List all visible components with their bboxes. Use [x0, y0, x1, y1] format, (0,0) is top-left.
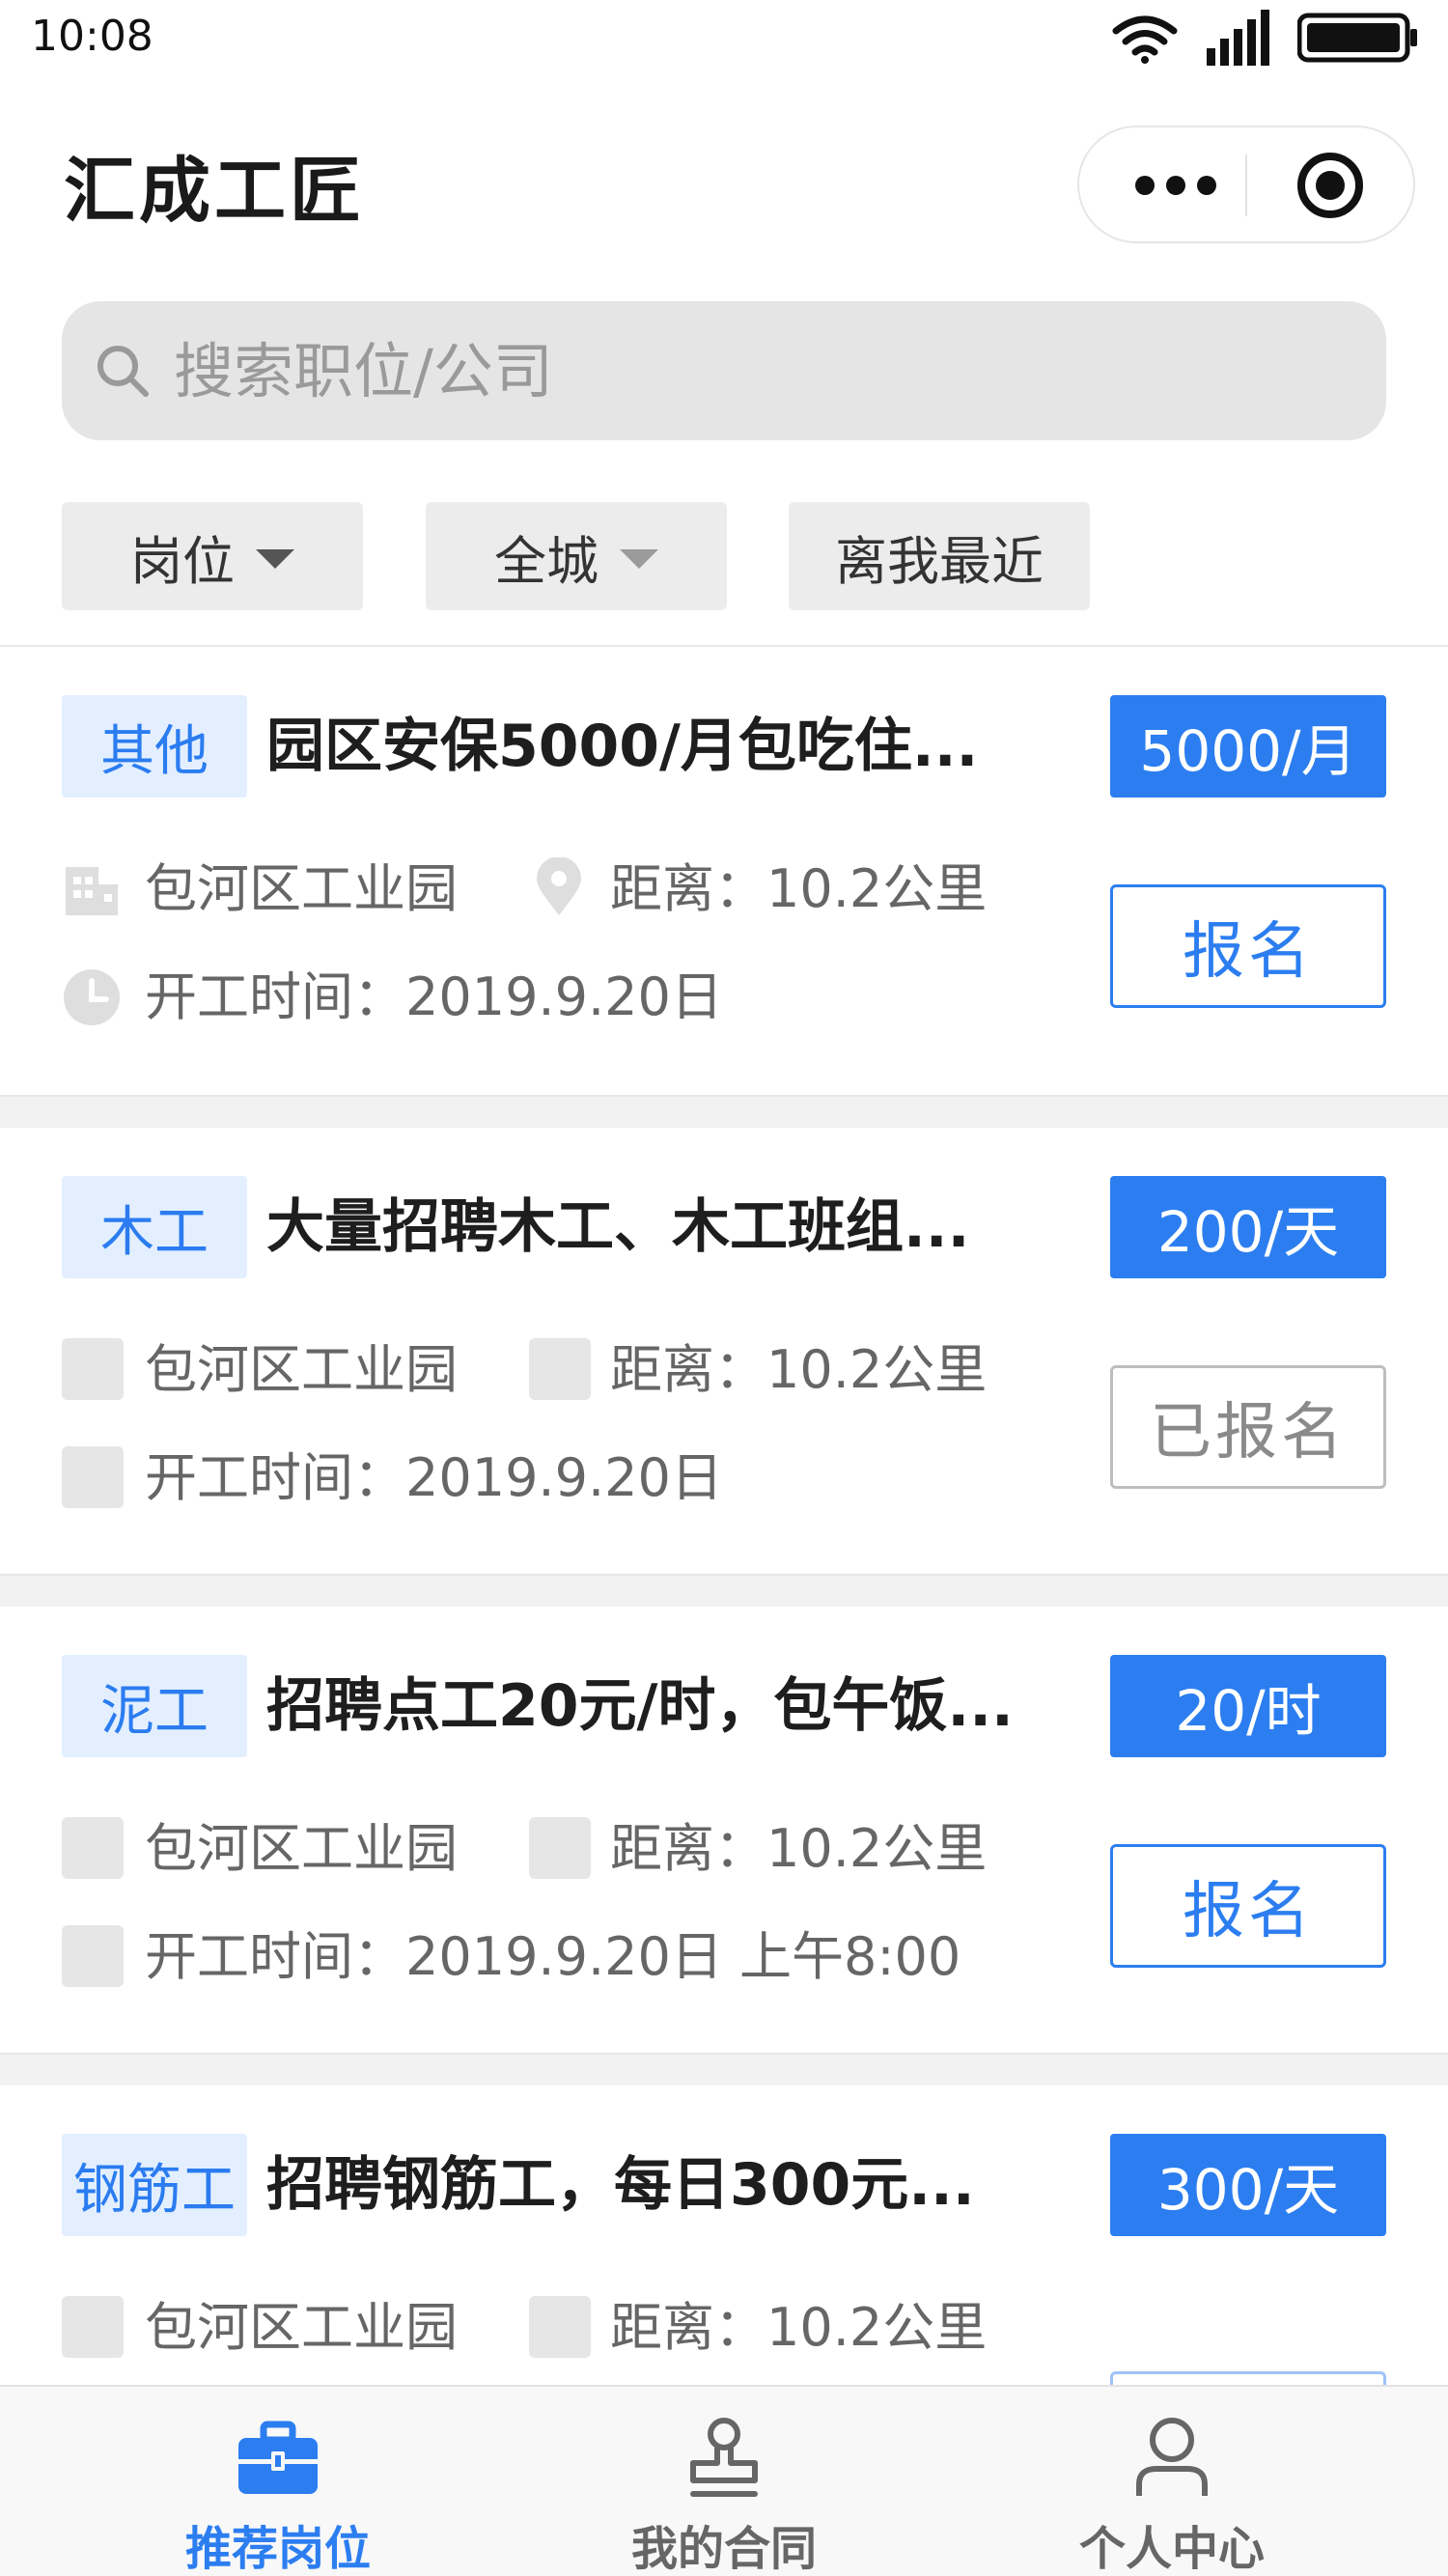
signup-button[interactable]: 报名 [1110, 884, 1386, 1008]
job-category-tag: 泥工 [62, 1655, 247, 1757]
filter-label: 离我最近 [835, 530, 1044, 592]
more-dots-icon [1135, 176, 1155, 195]
location-pin-icon [529, 1817, 591, 1879]
job-title[interactable]: 招聘钢筋工，每日300元... [266, 2142, 1039, 2228]
tab-recommended-jobs[interactable]: 推荐岗位 [133, 2387, 423, 2576]
filter-city[interactable]: 全城 [426, 502, 727, 610]
job-location: 包河区工业园 [145, 858, 458, 919]
tab-profile[interactable]: 个人中心 [1027, 2387, 1317, 2576]
filter-nearest[interactable]: 离我最近 [789, 502, 1090, 610]
wifi-icon [1112, 15, 1178, 64]
filter-label: 全城 [494, 530, 599, 592]
job-card[interactable]: 其他 园区安保5000/月包吃住... 5000/月 包河区工业园 距离：10.… [0, 647, 1448, 1095]
building-icon [62, 2296, 124, 2358]
stamp-icon [680, 2414, 768, 2503]
tab-bar: 推荐岗位 我的合同 个人中心 [0, 2385, 1448, 2576]
building-icon [66, 867, 118, 915]
job-location: 包河区工业园 [145, 2297, 458, 2358]
search-icon [91, 339, 154, 403]
salary-badge: 200/天 [1110, 1176, 1386, 1278]
search-bar[interactable] [62, 301, 1386, 440]
job-distance: 距离：10.2公里 [610, 858, 988, 919]
salary-badge: 300/天 [1110, 2134, 1386, 2236]
card-separator [0, 1574, 1448, 1607]
location-pin-icon [529, 1338, 591, 1400]
building-icon [62, 1338, 124, 1400]
job-category-tag: 其他 [62, 695, 247, 798]
clock-icon [64, 969, 120, 1025]
filter-position[interactable]: 岗位 [62, 502, 363, 610]
signup-button[interactable] [1110, 2371, 1386, 2385]
salary-badge: 20/时 [1110, 1655, 1386, 1757]
job-card[interactable]: 木工 大量招聘木工、木工班组... 200/天 包河区工业园 距离：10.2公里… [0, 1128, 1448, 1576]
job-location: 包河区工业园 [145, 1339, 458, 1400]
miniprogram-capsule [1077, 126, 1415, 243]
clock-icon [62, 1925, 124, 1987]
tab-label: 个人中心 [1078, 2522, 1265, 2576]
clock-icon [62, 1446, 124, 1508]
job-category-tag: 钢筋工 [62, 2134, 247, 2236]
caret-down-icon [620, 549, 658, 569]
job-card[interactable]: 泥工 招聘点工20元/时，包午饭... 20/时 包河区工业园 距离：10.2公… [0, 1607, 1448, 2055]
job-card[interactable]: 钢筋工 招聘钢筋工，每日300元... 300/天 包河区工业园 距离：10.2… [0, 2086, 1448, 2385]
caret-down-icon [256, 549, 294, 569]
card-separator [0, 1095, 1448, 1128]
status-time: 10:08 [31, 12, 153, 61]
job-title[interactable]: 园区安保5000/月包吃住... [266, 703, 1039, 790]
job-distance: 距离：10.2公里 [610, 1339, 988, 1400]
close-target-icon[interactable] [1297, 153, 1363, 218]
filter-label: 岗位 [130, 530, 235, 592]
location-pin-icon [537, 857, 581, 915]
briefcase-icon [234, 2414, 322, 2503]
location-pin-icon [529, 2296, 591, 2358]
job-title[interactable]: 大量招聘木工、木工班组... [266, 1184, 1039, 1271]
more-button[interactable] [1118, 147, 1234, 224]
capsule-divider [1245, 154, 1247, 216]
tab-my-contracts[interactable]: 我的合同 [579, 2387, 869, 2576]
tab-label: 推荐岗位 [184, 2522, 371, 2576]
status-bar: 10:08 [0, 0, 1448, 77]
battery-icon [1297, 13, 1417, 63]
status-icons [1110, 10, 1419, 66]
page-title: 汇成工匠 [64, 150, 365, 233]
job-start-time: 开工时间：2019.9.20日 上午8:00 [145, 1926, 961, 1987]
salary-badge: 5000/月 [1110, 695, 1386, 798]
tab-label: 我的合同 [630, 2522, 817, 2576]
job-start-time: 开工时间：2019.9.20日 [145, 966, 723, 1027]
search-input[interactable] [174, 335, 1332, 406]
job-title[interactable]: 招聘点工20元/时，包午饭... [266, 1663, 1039, 1750]
card-separator [0, 2053, 1448, 2086]
person-icon [1128, 2414, 1216, 2503]
building-icon [62, 1817, 124, 1879]
signal-icon [1207, 10, 1269, 66]
job-distance: 距离：10.2公里 [610, 2297, 988, 2358]
signed-up-button[interactable]: 已报名 [1110, 1365, 1386, 1489]
job-start-time: 开工时间：2019.9.20日 [145, 1447, 723, 1508]
signup-button[interactable]: 报名 [1110, 1844, 1386, 1968]
job-location: 包河区工业园 [145, 1818, 458, 1879]
job-category-tag: 木工 [62, 1176, 247, 1278]
job-distance: 距离：10.2公里 [610, 1818, 988, 1879]
